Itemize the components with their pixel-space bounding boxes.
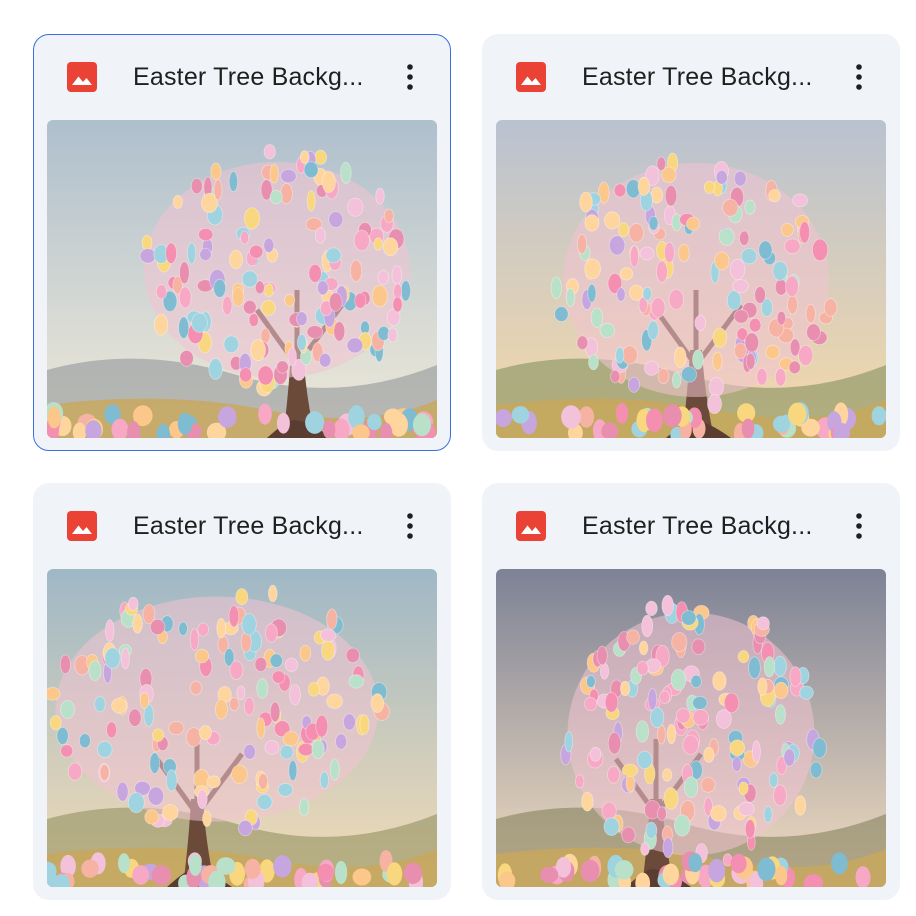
file-card-header: Easter Tree Backg... [482,483,900,569]
file-card-1[interactable]: Easter Tree Backg... [33,34,451,451]
file-card-header: Easter Tree Backg... [34,35,450,121]
image-file-icon [516,511,546,541]
file-card-header: Easter Tree Backg... [482,34,900,120]
more-options-icon[interactable] [842,509,876,543]
more-options-icon[interactable] [842,60,876,94]
file-card-3[interactable]: Easter Tree Backg... [33,483,451,900]
more-options-icon[interactable] [393,60,427,94]
image-file-icon [67,62,97,92]
file-title: Easter Tree Backg... [133,63,364,91]
file-title: Easter Tree Backg... [133,512,364,540]
file-title: Easter Tree Backg... [582,63,813,91]
file-title: Easter Tree Backg... [582,512,813,540]
file-thumbnail[interactable] [496,569,886,887]
file-card-header: Easter Tree Backg... [33,483,451,569]
file-thumbnail[interactable] [496,120,886,438]
file-thumbnail[interactable] [47,569,437,887]
image-file-icon [67,511,97,541]
file-thumbnail[interactable] [47,120,437,438]
file-card-4[interactable]: Easter Tree Backg... [482,483,900,900]
easter-tree-image [47,120,437,438]
file-card-2[interactable]: Easter Tree Backg... [482,34,900,451]
easter-tree-image [496,120,886,438]
more-options-icon[interactable] [393,509,427,543]
image-file-icon [516,62,546,92]
easter-tree-image [47,569,437,887]
easter-tree-image [496,569,886,887]
